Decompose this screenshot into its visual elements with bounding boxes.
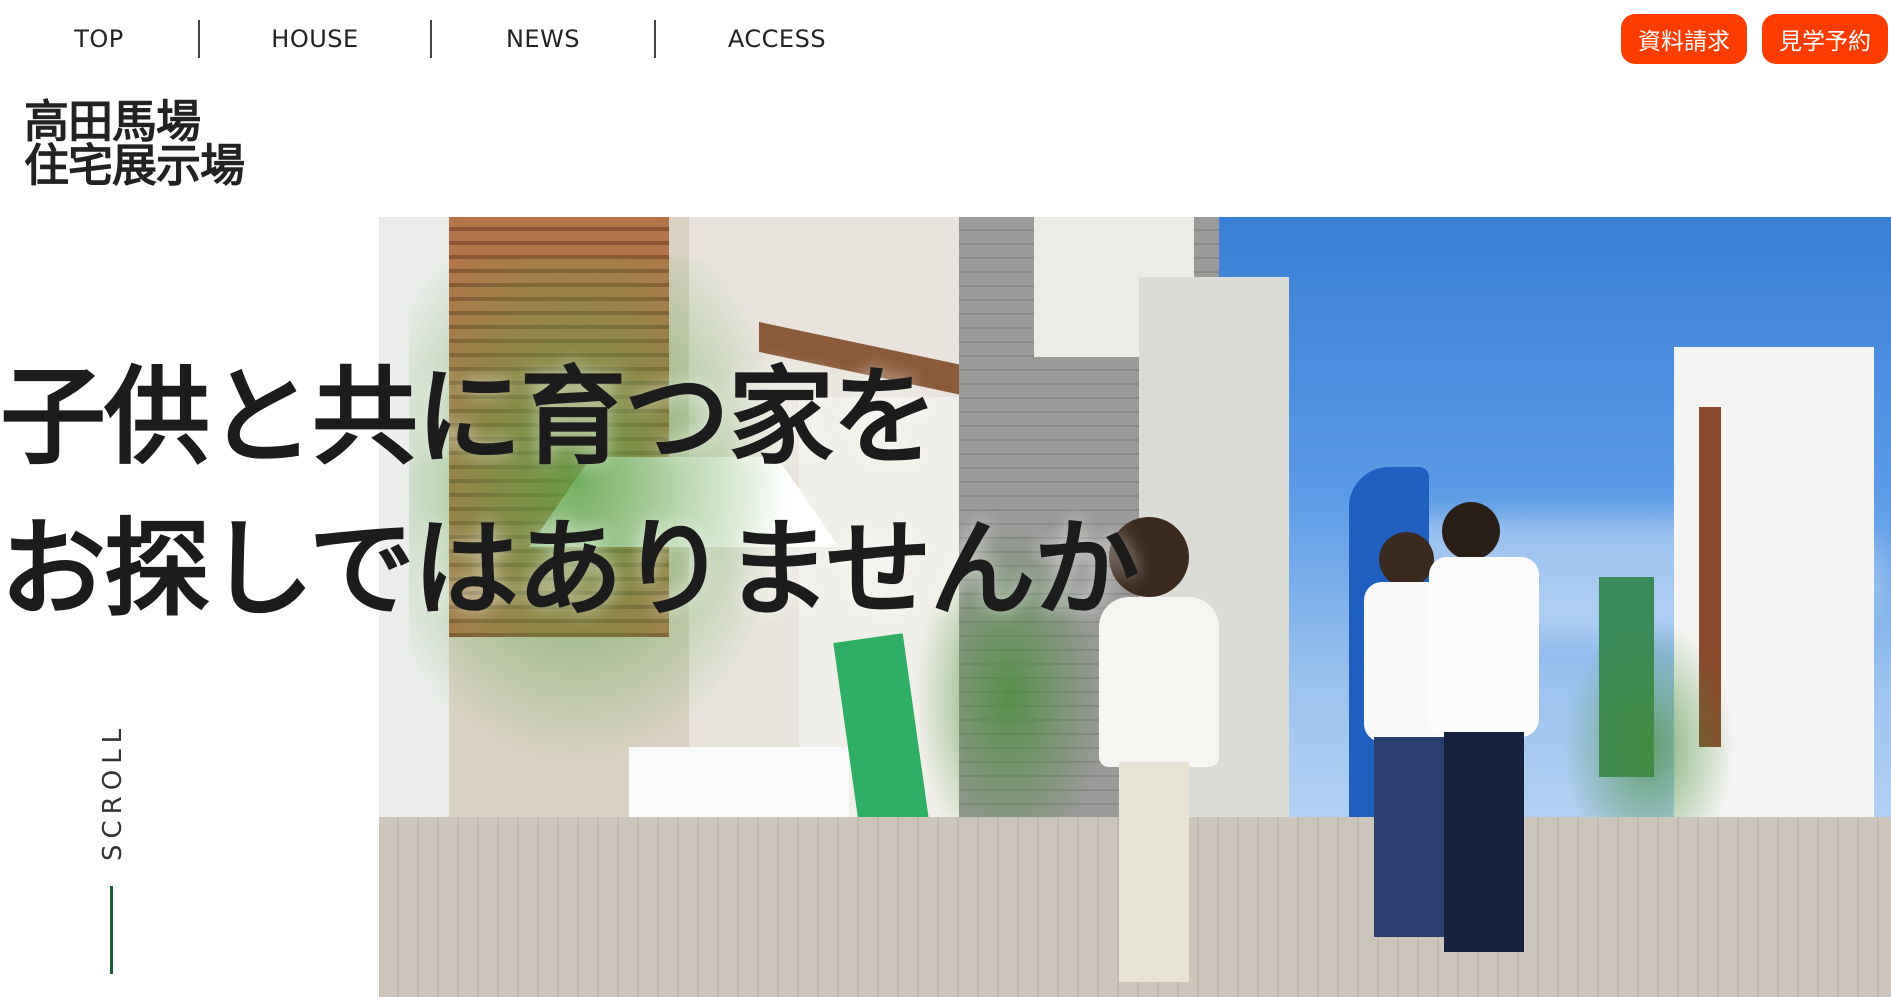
nav-house-link[interactable]: HOUSE — [200, 25, 430, 53]
hero-headline-line-1: 子供と共に育つ家を — [0, 356, 938, 479]
nav-news-link[interactable]: NEWS — [432, 25, 654, 53]
nav-access-link[interactable]: ACCESS — [656, 25, 898, 53]
site-logo[interactable]: 高田馬場 住宅展示場 — [24, 95, 245, 192]
logo-line-2: 住宅展示場 — [24, 139, 245, 192]
request-documents-button[interactable]: 資料請求 — [1621, 14, 1747, 64]
nav-top-link[interactable]: TOP — [0, 25, 198, 53]
scroll-indicator-label[interactable]: SCROLL — [93, 712, 133, 872]
scroll-indicator-line — [110, 886, 113, 974]
visit-reservation-button[interactable]: 見学予約 — [1762, 14, 1888, 64]
main-nav: TOP HOUSE NEWS ACCESS — [0, 0, 898, 78]
hero-headline-line-2: お探しではありませんか — [0, 508, 1140, 631]
logo-line-1: 高田馬場 — [24, 95, 201, 148]
